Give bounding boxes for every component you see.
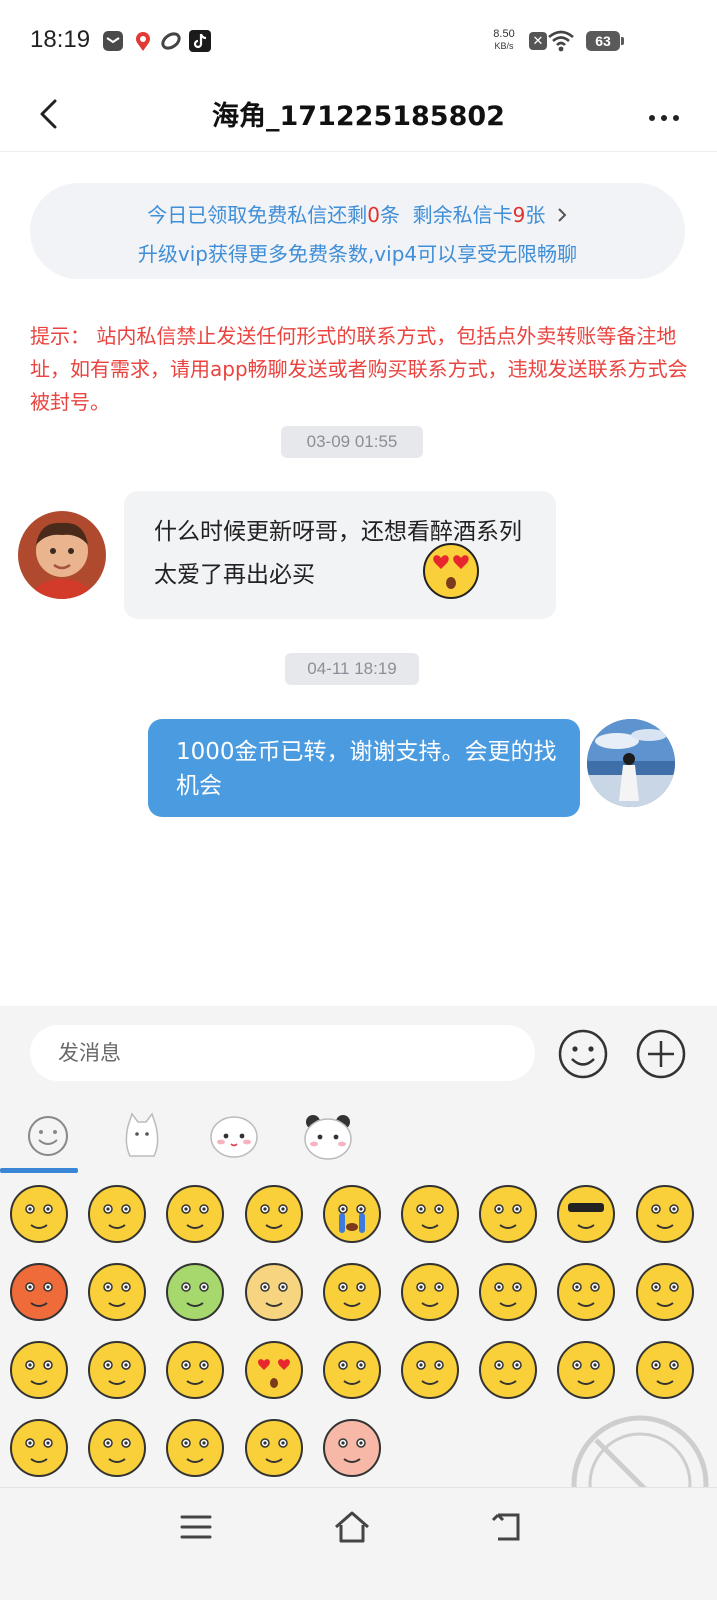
blush-emoji-icon[interactable] [399,1183,461,1245]
message-input[interactable] [30,1025,535,1081]
dizzy-eyes-emoji-icon[interactable] [164,1417,226,1479]
quota-summary: 今日已领取免费私信还剩0条 剩余私信卡9张 [30,199,685,229]
more-options-icon[interactable] [647,108,681,121]
wink-emoji-icon[interactable] [321,1339,383,1401]
dizzy-emoji-icon[interactable] [164,1261,226,1323]
mail-icon [102,30,124,52]
outgoing-message-text: 1000金币已转，谢谢支持。会更的找机会 [176,739,557,799]
quota-banner[interactable]: 今日已领取免费私信还剩0条 剩余私信卡9张 升级vip获得更多免费条数,vip4… [30,183,685,279]
cat-sticker-tab-icon[interactable] [114,1108,170,1164]
incoming-message-bubble[interactable]: 什么时候更新呀哥，还想看醉酒系列太爱了再出必买 [124,491,556,619]
my-avatar[interactable] [587,719,675,807]
home-icon[interactable] [330,1505,374,1549]
net-speed-value: 8.50 [493,28,515,40]
nervous-emoji-icon[interactable] [86,1261,148,1323]
worried-emoji-icon[interactable] [164,1183,226,1245]
wifi-icon [548,30,574,52]
heart-eyes-emoji-icon [421,541,481,601]
network-speed: 8.50 KB/s [484,28,524,52]
battery-icon: 63 [586,31,624,51]
surprised-emoji-icon[interactable] [477,1183,539,1245]
tiktok-icon [189,30,211,52]
back-arrow-icon[interactable] [30,94,70,134]
smile-emoji-icon[interactable] [634,1183,696,1245]
smirk-emoji-icon[interactable] [8,1339,70,1401]
active-tab-indicator [0,1168,78,1173]
quota-card-unit: 张 [525,203,546,227]
net-speed-unit: KB/s [494,41,514,51]
panda-sticker-tab-icon[interactable] [300,1108,356,1164]
heart-eyes-emoji-icon[interactable] [243,1339,305,1401]
kiss-emoji-icon[interactable] [164,1339,226,1401]
cold-emoji-icon[interactable] [477,1339,539,1401]
shy-emoji-icon[interactable] [243,1417,305,1479]
outgoing-message-bubble[interactable]: 1000金币已转，谢谢支持。会更的找机会 [148,719,580,817]
status-bar: 18:19 8.50 KB/s ✕ 63 [0,0,717,80]
grin-emoji-icon[interactable] [321,1261,383,1323]
timestamp-chip: 04-11 18:19 [285,653,419,685]
message-card-count: 9 [512,203,526,227]
plus-icon[interactable] [635,1028,687,1080]
free-message-count: 0 [367,203,380,227]
thinking-emoji-icon[interactable] [399,1339,461,1401]
cracked-emoji-icon[interactable] [86,1339,148,1401]
neutral-emoji-icon[interactable] [8,1183,70,1245]
sender-avatar[interactable] [18,511,106,599]
scared-emoji-icon[interactable] [477,1261,539,1323]
quota-card-label: 条 剩余私信卡 [379,203,513,227]
angry-emoji-icon[interactable] [8,1261,70,1323]
squint-emoji-icon[interactable] [399,1261,461,1323]
nav-bar: 海角_171225185802 [0,80,717,152]
sweat-emoji-icon[interactable] [555,1339,617,1401]
emoji-tab-icon[interactable] [20,1108,76,1164]
page-title: 海角_171225185802 [212,101,505,132]
contact-warning: 提示： 站内私信禁止发送任何形式的联系方式，包括点外卖转账等备注地址，如有需求，… [30,324,688,414]
shocked-emoji-icon[interactable] [243,1183,305,1245]
status-time: 18:19 [30,26,91,53]
back-nav-icon[interactable] [486,1505,530,1549]
link-icon [160,30,182,52]
laugh-cry-emoji-icon[interactable] [634,1339,696,1401]
rolling-eyes-emoji-icon[interactable] [86,1183,148,1245]
quota-free-label: 今日已领取免费私信还剩 [147,203,368,227]
cat-emoji-icon[interactable] [243,1261,305,1323]
cool-smile-emoji-icon[interactable] [8,1417,70,1479]
vip-upgrade-text: 升级vip获得更多免费条数,vip4可以享受无限畅聊 [137,242,578,266]
shout-emoji-icon[interactable] [555,1261,617,1323]
sunglasses-emoji-icon[interactable] [555,1183,617,1245]
confused-emoji-icon[interactable] [86,1417,148,1479]
pig-emoji-icon[interactable] [321,1417,383,1479]
timestamp-chip: 03-09 01:55 [281,426,423,458]
close-notification-icon: ✕ [529,32,547,50]
sad-emoji-icon[interactable] [634,1261,696,1323]
chevron-right-icon [556,205,568,229]
crying-emoji-icon[interactable] [321,1183,383,1245]
menu-icon[interactable] [174,1505,218,1549]
location-pin-icon [132,30,154,52]
face-sticker-tab-icon[interactable] [206,1108,262,1164]
smiley-icon[interactable] [557,1028,609,1080]
